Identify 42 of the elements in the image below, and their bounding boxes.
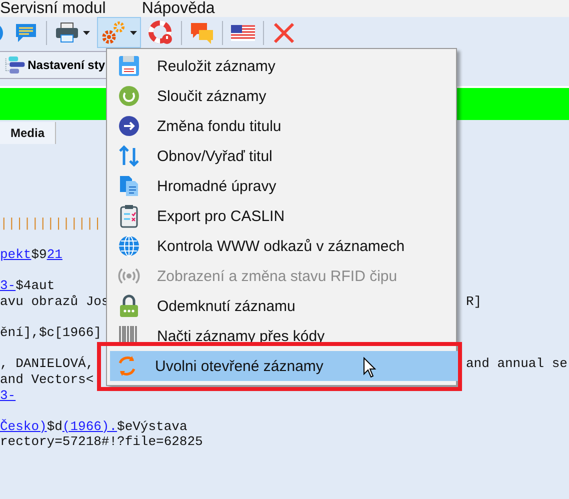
lifebuoy-icon xyxy=(148,20,174,46)
record-text: ění],$c[1966] xyxy=(0,325,102,340)
menu-item[interactable]: Nápověda xyxy=(142,0,215,17)
up-down-arrows-icon xyxy=(117,144,141,168)
record-text: $9 xyxy=(31,247,47,262)
documents-icon xyxy=(117,174,141,198)
record-link[interactable]: (1966). xyxy=(62,418,118,434)
record-text: and annual se xyxy=(466,356,568,372)
record-text: $eVýstava xyxy=(117,418,188,434)
record-link[interactable]: Česko) xyxy=(0,418,47,434)
menu-option[interactable]: Načti záznamy přes kódy xyxy=(107,321,456,351)
menu-option[interactable]: Uvolni otevřené záznamy xyxy=(110,351,458,381)
globe-icon xyxy=(117,234,141,258)
menu-option[interactable]: Sloučit záznamy xyxy=(107,81,456,111)
record-text: ||||||||||||| xyxy=(0,216,102,231)
gears-button[interactable] xyxy=(97,17,141,48)
record-link[interactable]: pekt xyxy=(0,247,32,262)
menu-option[interactable]: Odemknutí záznamu xyxy=(107,291,456,321)
printer-icon xyxy=(54,20,80,46)
caret-icon xyxy=(130,30,137,34)
menu-item[interactable]: Servisní modul xyxy=(0,0,106,17)
record-text: $4aut xyxy=(16,278,55,294)
record-text: $d xyxy=(46,418,62,434)
record-text: R] xyxy=(466,294,482,309)
gears-icon xyxy=(101,20,127,46)
record-link[interactable]: 3- xyxy=(0,388,16,403)
record-text: rectory=57218#!?file=62825 xyxy=(0,434,203,450)
caret-icon xyxy=(83,30,90,34)
record-link[interactable]: 3- xyxy=(0,278,16,294)
menu-option[interactable]: Kontrola WWW odkazů v záznamech xyxy=(107,231,456,261)
padlock-icon xyxy=(117,294,141,318)
tab[interactable]: Media xyxy=(0,122,56,144)
menu-option[interactable]: Export pro CASLIN xyxy=(107,201,456,231)
record-text: , DANIELOVÁ, xyxy=(0,356,94,372)
record-link[interactable]: 21 xyxy=(46,247,62,262)
menu-option[interactable]: Změna fondu titulu xyxy=(107,111,456,141)
mouse-pointer-icon xyxy=(363,357,377,378)
menu-option[interactable]: Reuložit záznamy xyxy=(107,51,456,81)
menu-option[interactable]: Hromadné úpravy xyxy=(107,171,456,201)
tree-icon xyxy=(3,54,26,74)
record-text: and Vectors< xyxy=(0,372,94,387)
menu-option[interactable]: Obnov/Vyřaď titul xyxy=(107,141,456,171)
